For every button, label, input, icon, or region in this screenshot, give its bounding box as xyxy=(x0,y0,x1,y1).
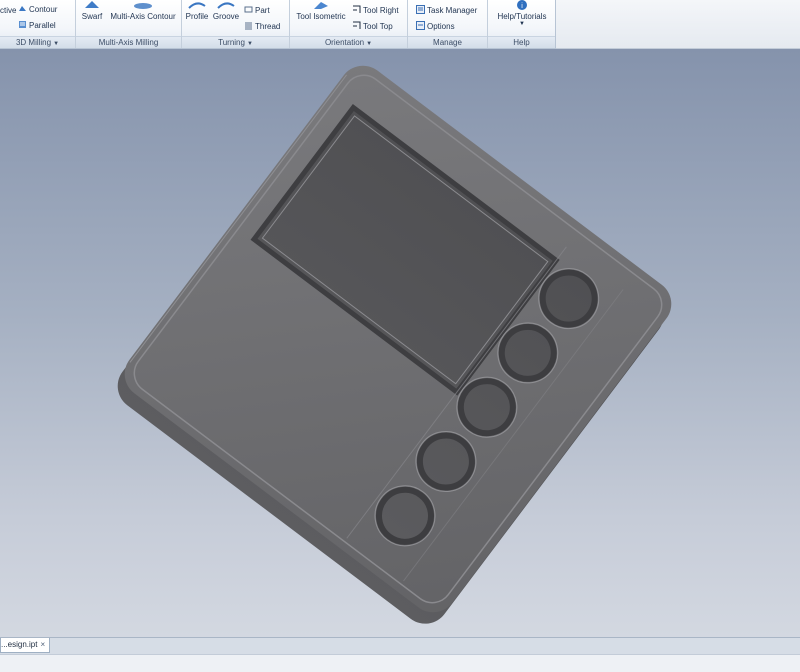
cad-part-model[interactable] xyxy=(0,49,800,637)
panel-title-help: Help xyxy=(488,36,555,48)
graphics-viewport[interactable] xyxy=(0,49,800,637)
ribbon: ctive Contour Parallel 3D Milling ▼ Swarf… xyxy=(0,0,556,49)
ribbon-empty-area xyxy=(556,0,800,49)
adaptive-button[interactable]: ctive xyxy=(0,6,16,15)
parallel-button[interactable]: Parallel xyxy=(18,20,56,31)
panel-3d-milling: ctive Contour Parallel 3D Milling ▼ xyxy=(0,0,76,48)
multi-axis-contour-button[interactable]: Multi-Axis Contour xyxy=(106,0,180,21)
tool-top-label: Tool Top xyxy=(363,22,393,31)
panel-orientation: Tool Isometric Tool Right Tool Top Orien… xyxy=(290,0,408,48)
tool-top-button[interactable]: Tool Top xyxy=(352,21,393,32)
tool-isometric-icon xyxy=(292,0,350,12)
tool-isometric-label: Tool Isometric xyxy=(296,12,346,21)
panel-title-manage: Manage xyxy=(408,36,487,48)
groove-icon xyxy=(212,0,240,12)
swarf-icon xyxy=(80,0,104,12)
thread-button[interactable]: Thread xyxy=(244,21,280,32)
part-button[interactable]: Part xyxy=(244,5,270,16)
panel-manage: Task Manager Options Manage xyxy=(408,0,488,48)
close-tab-icon[interactable]: × xyxy=(40,640,45,649)
panel-title-orientation[interactable]: Orientation ▼ xyxy=(290,36,407,48)
thread-label: Thread xyxy=(255,22,281,31)
contour-icon xyxy=(18,4,27,13)
tool-isometric-button[interactable]: Tool Isometric xyxy=(292,0,350,21)
swarf-button[interactable]: Swarf xyxy=(80,0,104,21)
help-tutorials-label: Help/Tutorials xyxy=(497,12,547,21)
profile-icon xyxy=(184,0,210,12)
panel-title-multi-axis: Multi-Axis Milling xyxy=(76,36,181,48)
help-icon: i xyxy=(492,0,552,12)
panel-title-3d-milling[interactable]: 3D Milling ▼ xyxy=(0,36,75,48)
groove-label: Groove xyxy=(212,12,240,21)
panel-title-label: Multi-Axis Milling xyxy=(98,38,159,47)
task-manager-icon xyxy=(416,5,425,14)
tool-right-button[interactable]: Tool Right xyxy=(352,5,399,16)
parallel-label: Parallel xyxy=(29,21,56,30)
tool-top-icon xyxy=(352,21,361,30)
contour-label: Contour xyxy=(29,5,58,14)
help-tutorials-button[interactable]: i Help/Tutorials ▼ xyxy=(492,0,552,27)
panel-title-label: Manage xyxy=(433,38,462,47)
profile-label: Profile xyxy=(185,12,209,21)
profile-button[interactable]: Profile xyxy=(184,0,210,21)
document-tab-bar: ...esign.ipt × xyxy=(0,637,800,654)
options-button[interactable]: Options xyxy=(416,21,455,32)
tool-right-label: Tool Right xyxy=(363,6,399,15)
status-bar xyxy=(0,654,800,672)
panel-title-label: Help xyxy=(513,38,530,47)
options-label: Options xyxy=(427,22,455,31)
parallel-icon xyxy=(18,20,27,29)
panel-title-turning[interactable]: Turning ▼ xyxy=(182,36,289,48)
tool-right-icon xyxy=(352,5,361,14)
thread-icon xyxy=(244,21,253,30)
panel-help: i Help/Tutorials ▼ Help xyxy=(488,0,556,48)
document-tab-label: ...esign.ipt xyxy=(1,640,38,649)
part-icon xyxy=(244,5,253,14)
swarf-label: Swarf xyxy=(81,12,103,21)
task-manager-label: Task Manager xyxy=(427,6,478,15)
panel-multi-axis-milling: Swarf Multi-Axis Contour Multi-Axis Mill… xyxy=(76,0,182,48)
panel-turning: Profile Groove Part Thread Turning ▼ xyxy=(182,0,290,48)
contour-button[interactable]: Contour xyxy=(18,4,57,15)
panel-title-label: Turning xyxy=(218,38,245,47)
groove-button[interactable]: Groove xyxy=(212,0,240,21)
task-manager-button[interactable]: Task Manager xyxy=(416,5,477,16)
panel-title-label: 3D Milling xyxy=(15,38,52,47)
multi-axis-contour-label: Multi-Axis Contour xyxy=(110,12,176,21)
part-label: Part xyxy=(255,6,270,15)
options-icon xyxy=(416,21,425,30)
adaptive-label: ctive xyxy=(0,6,17,15)
document-tab[interactable]: ...esign.ipt × xyxy=(0,638,51,653)
panel-title-label: Orientation xyxy=(324,38,365,47)
multi-axis-contour-icon xyxy=(106,0,180,12)
